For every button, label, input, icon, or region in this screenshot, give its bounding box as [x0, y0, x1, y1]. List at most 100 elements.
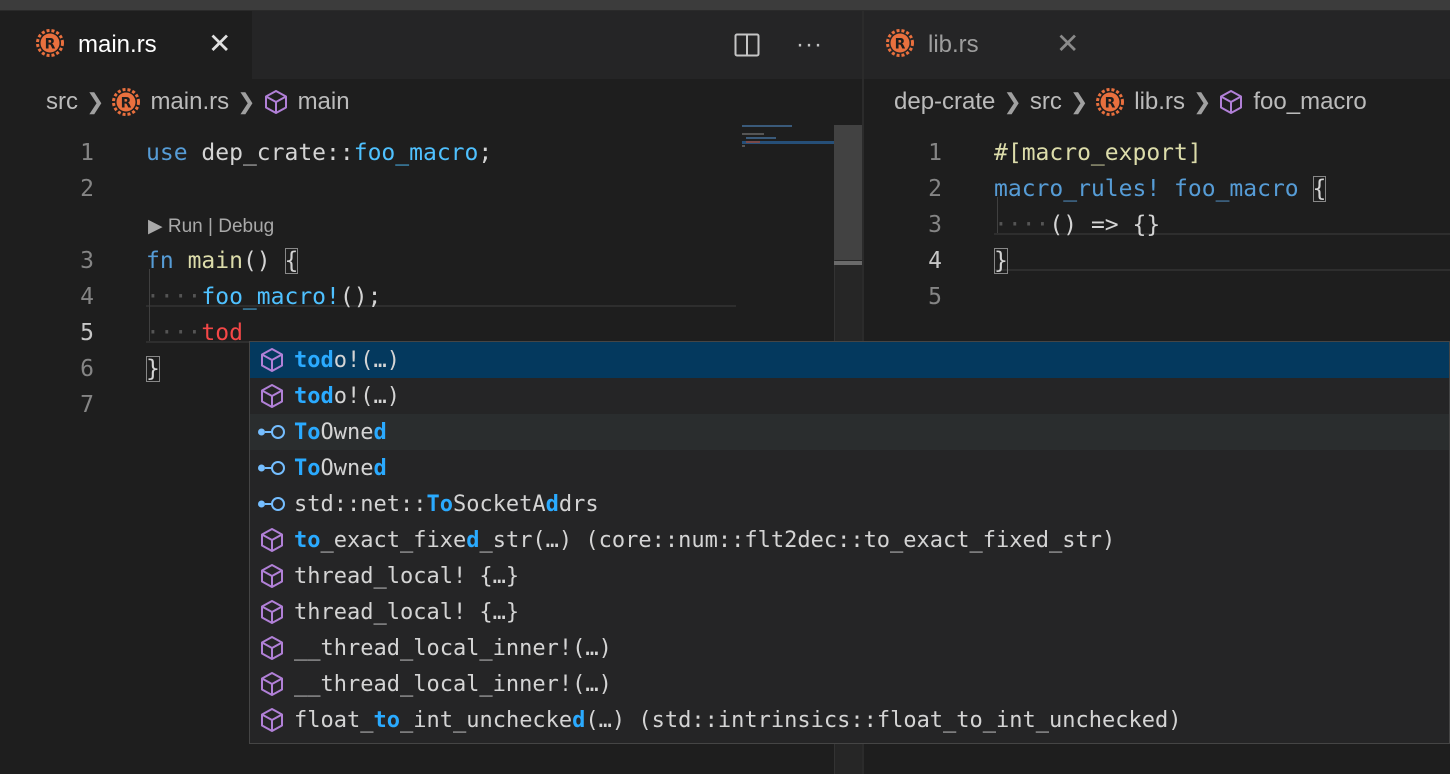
line-number: 7 [80, 392, 94, 418]
svg-text:R: R [121, 96, 132, 112]
suggestion-label: float_to_int_unchecked(…) [294, 708, 625, 733]
suggestion-label: todo!(…) [294, 348, 400, 373]
suggestion-label: to_exact_fixed_str(…) [294, 528, 572, 553]
code-token: (); [339, 284, 382, 310]
symbol-method-icon [250, 383, 294, 409]
suggestion-item[interactable]: __thread_local_inner!(…) [250, 666, 1449, 702]
close-icon[interactable]: ✕ [1056, 30, 1079, 58]
code-token: ···· [994, 212, 1050, 238]
match-highlight: To [294, 455, 321, 481]
label-segment: __thread_local_inner!(…) [294, 671, 612, 697]
symbol-cube-icon [1219, 89, 1243, 115]
scrollbar-cursor-marker [834, 261, 862, 265]
match-highlight: d [466, 527, 480, 553]
suggestion-item[interactable]: __thread_local_inner!(…) [250, 630, 1449, 666]
code-token: () [1049, 212, 1078, 238]
code-line[interactable]: 3 fn main() { [0, 243, 862, 279]
chevron-right-icon: ❯ [86, 89, 105, 114]
breadcrumb: dep-crate ❯ src ❯ R lib.rs ❯ foo_macro [864, 79, 1450, 125]
code-token: } [994, 248, 1008, 274]
code-token: :: [326, 140, 354, 166]
code-token: { [284, 248, 299, 274]
breadcrumb-symbol[interactable]: foo_macro [1253, 88, 1366, 116]
code-token: { [1312, 176, 1327, 202]
code-line[interactable]: 4} [864, 243, 1450, 279]
code-text: fn main() { [146, 243, 299, 279]
line-number: 3 [80, 248, 94, 274]
breadcrumb-file[interactable]: lib.rs [1134, 88, 1185, 116]
svg-text:R: R [45, 36, 56, 52]
code-line[interactable]: 1 use dep_crate::foo_macro; [0, 135, 862, 171]
breadcrumb-symbol[interactable]: main [298, 88, 350, 116]
label-segment: __thread_local_inner!(…) [294, 635, 612, 661]
rust-file-icon: R [886, 28, 914, 62]
close-icon[interactable]: ✕ [208, 30, 231, 58]
breadcrumb-folder[interactable]: src [46, 88, 78, 116]
tab-bar: R lib.rs ✕ [864, 11, 1450, 79]
suggestion-item[interactable]: thread_local! {…} [250, 558, 1449, 594]
suggestion-item[interactable]: std::net::ToSocketAddrs [250, 486, 1449, 522]
label-segment: SocketA [452, 491, 546, 517]
line-number: 3 [928, 212, 942, 238]
codelens-run-debug[interactable]: ▶ Run | Debug [148, 215, 274, 238]
label-segment: Owne [320, 455, 374, 481]
rust-file-icon: R [36, 28, 64, 62]
symbol-method-icon [250, 599, 294, 625]
suggestion-item[interactable]: todo!(…) [250, 378, 1449, 414]
svg-text:R: R [895, 36, 906, 52]
code-token: macro_rules! [994, 176, 1161, 202]
suggestion-item[interactable]: todo!(…) [250, 342, 1449, 378]
code-line[interactable]: 1 #[macro_export] [864, 135, 1450, 171]
suggestion-label: __thread_local_inner!(…) [294, 672, 612, 697]
symbol-method-icon [250, 563, 294, 589]
code-text: } [146, 351, 160, 387]
match-highlight: tod [294, 383, 334, 409]
suggestion-item[interactable]: to_exact_fixed_str(…) (core::num::flt2de… [250, 522, 1449, 558]
suggestion-label: todo!(…) [294, 384, 400, 409]
more-actions-icon[interactable]: ··· [796, 11, 823, 79]
title-bar-strip [0, 0, 1450, 11]
scrollbar-thumb[interactable] [834, 125, 862, 260]
code-token: ···· [146, 320, 202, 346]
code-token: () [242, 248, 271, 274]
line-number: 2 [928, 176, 942, 202]
suggestion-item[interactable]: ToOwned [250, 414, 1449, 450]
code-line[interactable]: 5 [864, 279, 1450, 315]
autocomplete-suggest-widget[interactable]: todo!(…) todo!(…) ToOwned ToOwned std::net::… [249, 341, 1450, 744]
label-segment: _int_unchecke [399, 707, 573, 733]
split-editor-icon[interactable] [734, 11, 760, 79]
code-line[interactable]: 3 ····() => {} [864, 207, 1450, 243]
match-highlight: to [294, 527, 321, 553]
suggestion-detail: (core::num::flt2dec::to_exact_fixed_str) [572, 527, 1116, 553]
code-line[interactable]: 2 [0, 171, 862, 207]
suggestion-item[interactable]: float_to_int_unchecked(…) (std::intrinsi… [250, 702, 1449, 738]
rust-file-icon: R [112, 88, 141, 116]
breadcrumb-file[interactable]: main.rs [150, 88, 229, 116]
suggestion-item[interactable]: ToOwned [250, 450, 1449, 486]
match-highlight: To [294, 419, 321, 445]
suggestion-detail: (std::intrinsics::float_to_int_unchecked… [625, 707, 1182, 733]
tab-lib-rs[interactable]: R lib.rs ✕ [864, 11, 1099, 79]
suggestion-item[interactable]: thread_local! {…} [250, 594, 1449, 630]
tab-main-rs[interactable]: R main.rs ✕ [0, 11, 252, 79]
suggestion-label: thread_local! {…} [294, 600, 519, 625]
symbol-interface-icon [250, 460, 294, 476]
code-line[interactable]: 4 ····foo_macro!(); [0, 279, 862, 315]
label-segment: _str(…) [479, 527, 573, 553]
code-line[interactable]: 2 macro_rules! foo_macro { [864, 171, 1450, 207]
tab-label: main.rs [78, 31, 157, 58]
breadcrumb-folder[interactable]: src [1030, 88, 1062, 116]
svg-text:R: R [1105, 96, 1116, 112]
code-text: ····tod [146, 315, 243, 351]
minimap[interactable] [742, 125, 834, 165]
label-segment: o!(…) [333, 347, 400, 373]
suggestion-label: thread_local! {…} [294, 564, 519, 589]
symbol-interface-icon [250, 496, 294, 512]
line-number: 6 [80, 356, 94, 382]
breadcrumb-crate[interactable]: dep-crate [894, 88, 995, 116]
suggestion-label: ToOwned [294, 456, 387, 481]
